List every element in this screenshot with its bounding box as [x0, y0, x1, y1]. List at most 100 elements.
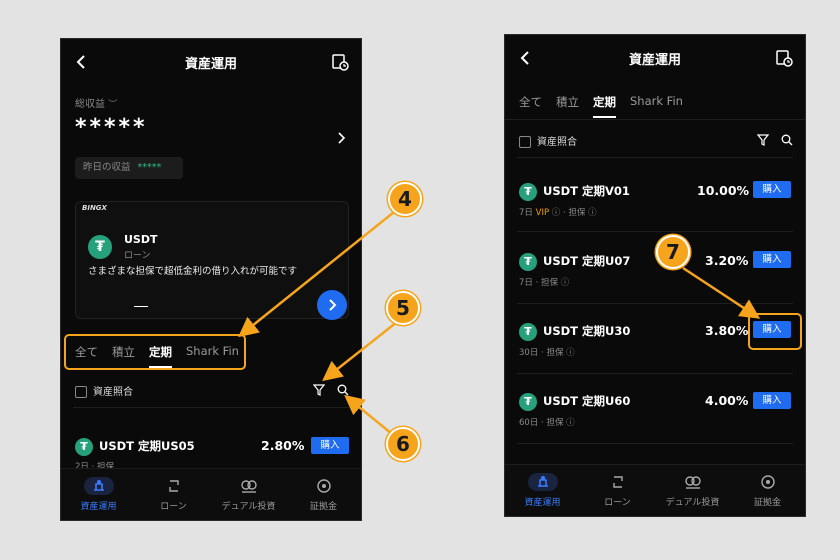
info-icon[interactable]: ⓘ: [561, 278, 570, 288]
history-icon[interactable]: [331, 53, 349, 71]
divider: [517, 157, 793, 158]
filter-icon[interactable]: [313, 384, 325, 396]
tab-savings[interactable]: 積立: [556, 94, 579, 118]
buy-highlight-box: [748, 313, 802, 350]
nav-loan[interactable]: ローン: [580, 465, 655, 516]
header: 資産運用: [505, 35, 805, 81]
buy-button[interactable]: 購入: [753, 251, 791, 268]
collateral-label: 担保: [546, 348, 564, 358]
divider: [517, 443, 793, 444]
tab-shark-fin[interactable]: Shark Fin: [630, 94, 683, 118]
loan-banner-card[interactable]: BINGX ₮ USDT ローン さまざまな担保で超低金利の借り入れが可能です: [75, 201, 349, 319]
history-icon[interactable]: [775, 49, 793, 67]
nav-label: 証拠金: [309, 502, 337, 512]
nav-label: 証拠金: [753, 498, 781, 508]
product-coin: ₮: [519, 181, 537, 201]
product-subinfo: 30日 · 担保 ⓘ: [519, 348, 575, 358]
buy-button[interactable]: 購入: [311, 437, 349, 454]
nav-asset-management[interactable]: 資産運用: [61, 469, 136, 520]
product-coin: ₮: [519, 391, 537, 411]
banner-pagination-indicator: [134, 306, 148, 307]
asset-match-label: 資産照合: [537, 137, 577, 148]
info-icon[interactable]: ⓘ: [566, 418, 575, 428]
usdt-logo-icon: ₮: [519, 182, 537, 201]
asset-match-toggle[interactable]: 資産照合: [75, 383, 133, 398]
product-term: 7日: [519, 278, 533, 288]
nav-loan[interactable]: ローン: [136, 469, 211, 520]
asset-match-toggle[interactable]: 資産照合: [519, 133, 577, 148]
product-subinfo: 60日 · 担保 ⓘ: [519, 418, 575, 428]
dual-investment-icon: [684, 476, 701, 489]
product-name: USDT 定期U30: [543, 324, 631, 338]
left-phone-screen: 資産運用 総収益 ︶ ***** 昨日の収益 ***** BINGX ₮ USD…: [60, 38, 362, 521]
page-title: 資産運用: [184, 57, 237, 72]
usdt-logo-icon: ₮: [519, 322, 537, 341]
search-icon[interactable]: [337, 384, 349, 396]
yesterday-earnings-value: *****: [137, 162, 162, 173]
buy-button[interactable]: 購入: [753, 181, 791, 198]
product-term: 60日: [519, 418, 539, 428]
nav-margin[interactable]: 証拠金: [286, 469, 361, 520]
asset-match-checkbox[interactable]: [519, 136, 531, 148]
product-rate: 10.00%: [697, 183, 750, 198]
yesterday-earnings-label: 昨日の収益: [83, 162, 131, 173]
nav-dual-investment[interactable]: デュアル投資: [211, 469, 286, 520]
product-name: USDT 定期U07: [543, 254, 631, 268]
buy-button[interactable]: 購入: [753, 392, 791, 409]
callout-4: 4: [388, 182, 422, 216]
usdt-logo-icon: ₮: [75, 437, 93, 456]
page-title: 資産運用: [628, 53, 681, 68]
product-subinfo: 7日 VIP ⓘ · 担保 ⓘ: [519, 208, 597, 218]
banner-description: さまざまな担保で超低金利の借り入れが可能です: [88, 266, 298, 277]
nav-label: 資産運用: [524, 498, 561, 508]
product-coin: ₮: [519, 251, 537, 271]
banner-coin-name: USDT: [124, 233, 158, 246]
tabs-highlight-box: [64, 334, 246, 370]
product-term: 7日: [519, 208, 533, 218]
right-phone-screen: 資産運用 全て 積立 定期 Shark Fin 資産照合 ₮ USDT 定期V0…: [504, 34, 806, 517]
info-icon[interactable]: ⓘ: [566, 348, 575, 358]
eye-closed-icon[interactable]: ︶: [108, 100, 117, 110]
yesterday-earnings-chip: 昨日の収益 *****: [75, 157, 183, 179]
margin-icon: [760, 475, 775, 489]
product-name: USDT 定期V01: [543, 184, 630, 198]
filter-icon[interactable]: [757, 134, 769, 146]
product-name: USDT 定期US05: [99, 439, 195, 453]
bottom-nav: 資産運用 ローン デュアル投資 証拠金: [61, 468, 361, 520]
product-subinfo: 7日 · 担保 ⓘ: [519, 278, 570, 288]
nav-label: デュアル投資: [665, 498, 720, 508]
nav-label: デュアル投資: [221, 502, 276, 512]
collateral-label: 担保: [541, 278, 559, 288]
info-icon[interactable]: ⓘ: [588, 208, 597, 218]
banner-type: ローン: [124, 251, 151, 261]
usdt-logo-icon: ₮: [519, 392, 537, 411]
product-coin: ₮: [519, 321, 537, 341]
vip-badge: VIP: [535, 208, 550, 218]
banner-next-button[interactable]: [317, 290, 347, 320]
product-rate: 4.00%: [705, 393, 749, 408]
collateral-label: 担保: [568, 208, 586, 218]
asset-match-checkbox[interactable]: [75, 386, 87, 398]
dual-investment-icon: [240, 480, 257, 493]
total-earnings-label: 総収益: [75, 99, 105, 110]
tab-all[interactable]: 全て: [519, 94, 542, 118]
banner-coin: ₮: [88, 235, 112, 259]
product-tabs: 全て 積立 定期 Shark Fin: [519, 94, 683, 118]
product-name: USDT 定期U60: [543, 394, 631, 408]
nav-margin[interactable]: 証拠金: [730, 465, 805, 516]
callout-6: 6: [386, 427, 420, 461]
product-coin: ₮: [75, 436, 93, 456]
nav-dual-investment[interactable]: デュアル投資: [655, 465, 730, 516]
tab-fixed[interactable]: 定期: [593, 94, 616, 118]
chevron-right-icon[interactable]: [335, 131, 347, 145]
callout-7: 7: [656, 235, 690, 269]
nav-label: ローン: [604, 498, 631, 508]
product-term: 30日: [519, 348, 539, 358]
divider: [517, 231, 793, 232]
nav-asset-management[interactable]: 資産運用: [505, 465, 580, 516]
brand-logo: BINGX: [82, 204, 107, 212]
search-icon[interactable]: [781, 134, 793, 146]
nav-label: ローン: [160, 502, 187, 512]
divider: [517, 303, 793, 304]
info-icon[interactable]: ⓘ: [552, 208, 561, 218]
